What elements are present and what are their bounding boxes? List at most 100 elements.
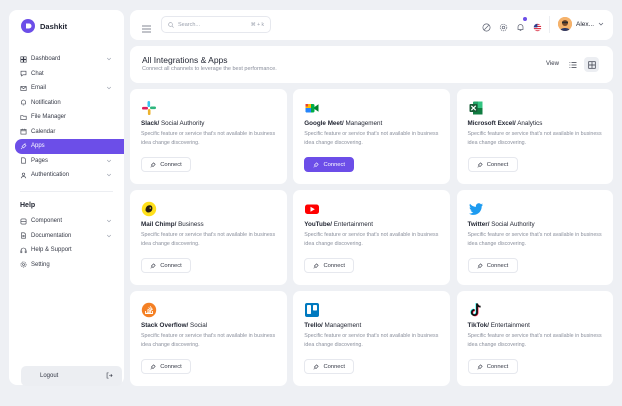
user-menu[interactable]: Alex... <box>558 17 604 31</box>
card-title: Google Meet/ Management <box>304 120 382 127</box>
gear-icon <box>20 261 27 268</box>
plug-icon <box>150 162 156 168</box>
top-icons <box>482 19 542 28</box>
card-title: Trello/ Management <box>304 322 361 329</box>
card-title: Mail Chimp/ Business <box>141 221 204 228</box>
sidebar-item-label: Pages <box>31 158 48 164</box>
mail-icon <box>20 85 27 92</box>
sidebar-item-calendar[interactable]: Calendar <box>9 125 124 140</box>
app-category: Social Authority <box>491 221 534 228</box>
page-subtitle: Connect all channels to leverage the bes… <box>142 66 277 72</box>
sidebar-item-notification[interactable]: Notification <box>9 96 124 111</box>
chevron-down-icon <box>106 158 112 164</box>
sidebar-item-label: Chat <box>31 71 44 77</box>
twitter-logo-icon <box>468 201 484 217</box>
plug-icon <box>477 364 483 370</box>
app-category: Social Authority <box>161 120 204 127</box>
sidebar-item-help-support[interactable]: Help & Support <box>9 243 124 258</box>
sidebar-divider <box>20 191 113 192</box>
plug-icon <box>477 162 483 168</box>
logout-button[interactable]: Logout <box>21 366 122 386</box>
search-shortcut: ⌘ + k <box>251 22 264 28</box>
sidebar-item-apps[interactable]: Apps <box>15 139 124 154</box>
plug-icon <box>20 143 27 150</box>
plug-icon <box>477 263 483 269</box>
dashkit-logo-icon <box>21 19 35 33</box>
youtube-logo-icon <box>304 201 320 217</box>
chevron-down-icon <box>598 21 604 27</box>
chevron-down-icon <box>106 233 112 239</box>
sidebar-item-label: Apps <box>31 143 45 149</box>
sidebar-item-chat[interactable]: Chat <box>9 67 124 82</box>
app-name: Stack Overflow <box>141 322 187 329</box>
plug-icon <box>150 364 156 370</box>
sidebar-item-email[interactable]: Email <box>9 81 124 96</box>
sidebar-item-dashboard[interactable]: Dashboard <box>9 52 124 67</box>
connect-button[interactable]: Connect <box>468 359 518 374</box>
card-description: Specific feature or service that's not a… <box>141 130 281 147</box>
connect-button[interactable]: Connect <box>141 359 191 374</box>
app-name: Twitter <box>468 221 488 228</box>
sidebar-item-label: Notification <box>31 100 61 106</box>
trello-logo-icon <box>304 302 320 318</box>
connect-button[interactable]: Connect <box>304 157 354 172</box>
integration-card: Mail Chimp/ Business Specific feature or … <box>130 190 287 285</box>
sidebar-nav: Dashboard Chat Email Notification File Manag… <box>9 52 124 183</box>
card-description: Specific feature or service that's not a… <box>141 332 281 349</box>
card-title: YouTube/ Entertainment <box>304 221 373 228</box>
app-category: Entertainment <box>334 221 373 228</box>
connect-button[interactable]: Connect <box>141 258 191 273</box>
excel-logo-icon <box>468 100 484 116</box>
connect-button[interactable]: Connect <box>304 359 354 374</box>
flag-us-icon[interactable] <box>533 19 542 28</box>
connect-label: Connect <box>487 364 509 370</box>
connect-button[interactable]: Connect <box>468 258 518 273</box>
brand[interactable]: Dashkit <box>21 19 67 33</box>
search-icon <box>168 22 174 28</box>
notification-icon[interactable] <box>516 19 525 28</box>
card-description: Specific feature or service that's not a… <box>468 231 608 248</box>
card-title: TikTok/ Entertainment <box>468 322 530 329</box>
theme-icon[interactable] <box>482 19 491 28</box>
sidebar-item-file-manager[interactable]: File Manager <box>9 110 124 125</box>
connect-label: Connect <box>160 263 182 269</box>
sidebar-item-label: Setting <box>31 262 50 268</box>
app-name: Slack <box>141 120 157 127</box>
card-title: Stack Overflow/ Social <box>141 322 207 329</box>
settings-icon[interactable] <box>499 19 508 28</box>
list-view-button[interactable] <box>565 57 580 72</box>
tiktok-logo-icon <box>468 302 484 318</box>
integration-card: Stack Overflow/ Social Specific feature o… <box>130 291 287 386</box>
sidebar-item-documentation[interactable]: Documentation <box>9 229 124 244</box>
sidebar-item-setting[interactable]: Setting <box>9 258 124 273</box>
sidebar-item-authentication[interactable]: Authentication <box>9 168 124 183</box>
chevron-down-icon <box>106 172 112 178</box>
chevron-down-icon <box>106 218 112 224</box>
connect-label: Connect <box>323 162 345 168</box>
app-name: TikTok <box>468 322 488 329</box>
plug-icon <box>313 162 319 168</box>
integrations-grid: Slack/ Social AuthoritySpecific feature … <box>130 89 613 385</box>
connect-label: Connect <box>487 263 509 269</box>
grid-view-button[interactable] <box>584 57 599 72</box>
chevron-down-icon <box>106 56 112 62</box>
app-category: Management <box>325 322 362 329</box>
connect-button[interactable]: Connect <box>141 157 191 172</box>
sidebar-item-label: File Manager <box>31 114 66 120</box>
menu-toggle-icon[interactable] <box>142 20 151 28</box>
integration-card: Trello/ ManagementSpecific feature or se… <box>293 291 450 386</box>
notification-dot <box>523 17 527 21</box>
connect-button[interactable]: Connect <box>468 157 518 172</box>
plug-icon <box>313 263 319 269</box>
plug-icon <box>313 364 319 370</box>
bell-icon <box>20 99 27 106</box>
app-name: Mail Chimp <box>141 221 175 228</box>
search-input[interactable] <box>178 22 248 28</box>
sidebar-item-pages[interactable]: Pages <box>9 154 124 169</box>
help-nav: ComponentDocumentationHelp & Support Sett… <box>9 214 124 272</box>
app-name: Trello <box>304 322 321 329</box>
sidebar-item-component[interactable]: Component <box>9 214 124 229</box>
avatar <box>558 17 572 31</box>
connect-button[interactable]: Connect <box>304 258 354 273</box>
card-description: Specific feature or service that's not a… <box>141 231 281 248</box>
